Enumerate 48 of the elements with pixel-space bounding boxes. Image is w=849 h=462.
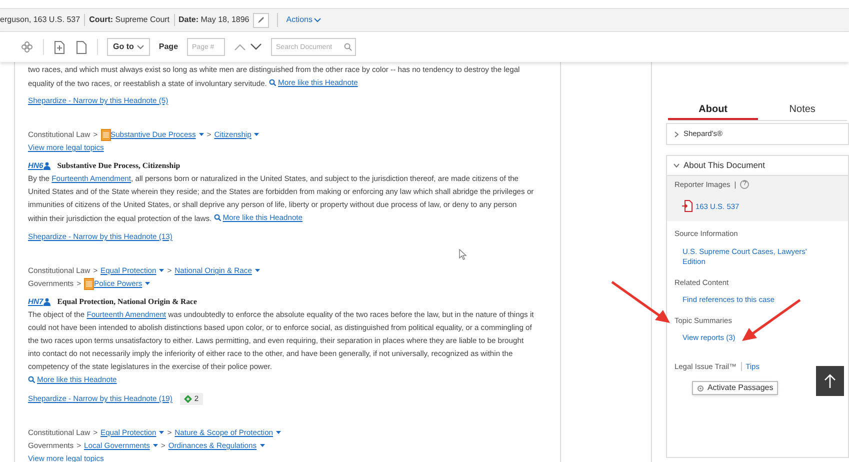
document-icon — [54, 40, 65, 54]
next-button[interactable] — [250, 43, 262, 51]
dropdown-triangle-icon — [145, 281, 150, 286]
flower-icon — [21, 41, 33, 53]
dropdown-triangle-icon — [152, 443, 158, 448]
dropdown-triangle-icon — [159, 268, 164, 273]
chevron-up-icon — [234, 43, 246, 51]
case-citation: erguson, 163 U.S. 537 — [0, 14, 86, 26]
chevron-down-icon — [673, 162, 680, 169]
arrow — [610, 280, 672, 326]
dropdown-triangle-icon — [198, 132, 204, 137]
flower-icon-button[interactable] — [20, 40, 34, 54]
actions-menu[interactable]: Actions — [286, 14, 322, 26]
court-info: Court: Supreme Court — [85, 14, 175, 26]
document-flag-icon — [84, 278, 94, 290]
go-to-dropdown[interactable]: Go to — [107, 38, 150, 56]
document-icon-button[interactable] — [53, 40, 66, 54]
document-flag-icon — [100, 128, 110, 140]
chevron-right-icon — [673, 130, 680, 138]
dropdown-triangle-icon — [276, 430, 282, 435]
back-to-top-button[interactable] — [816, 366, 844, 396]
sidebar-tab[interactable]: About — [668, 100, 758, 120]
search-icon — [28, 376, 35, 383]
pencil-icon — [257, 16, 266, 24]
person-icon — [43, 298, 52, 306]
dropdown-triangle-icon — [254, 132, 260, 137]
search-icon — [344, 43, 352, 51]
dropdown-triangle-icon — [159, 430, 164, 435]
page-icon — [76, 40, 87, 54]
activate-passages-button[interactable]: Activate Passages — [692, 381, 778, 396]
dropdown-triangle-icon — [260, 443, 265, 448]
date-info: Date: May 18, 1896 — [178, 14, 250, 26]
page-icon-button[interactable] — [75, 40, 88, 54]
caret-icon — [314, 17, 322, 23]
page-label: Page — [158, 41, 178, 53]
dropdown-triangle-icon — [254, 268, 260, 273]
gear-icon — [697, 384, 704, 392]
pdf-document-icon — [682, 200, 694, 212]
edit-button[interactable] — [253, 12, 270, 28]
person-icon — [43, 162, 52, 170]
sidebar-tab[interactable]: Notes — [758, 100, 847, 120]
search-icon — [214, 214, 221, 221]
arrow-up-icon — [824, 373, 836, 389]
caret-icon — [136, 44, 144, 50]
chevron-down-icon — [250, 43, 262, 51]
mouse-pointer-icon — [459, 249, 467, 260]
search-icon — [269, 79, 276, 86]
diamond-plus-icon — [184, 394, 192, 402]
